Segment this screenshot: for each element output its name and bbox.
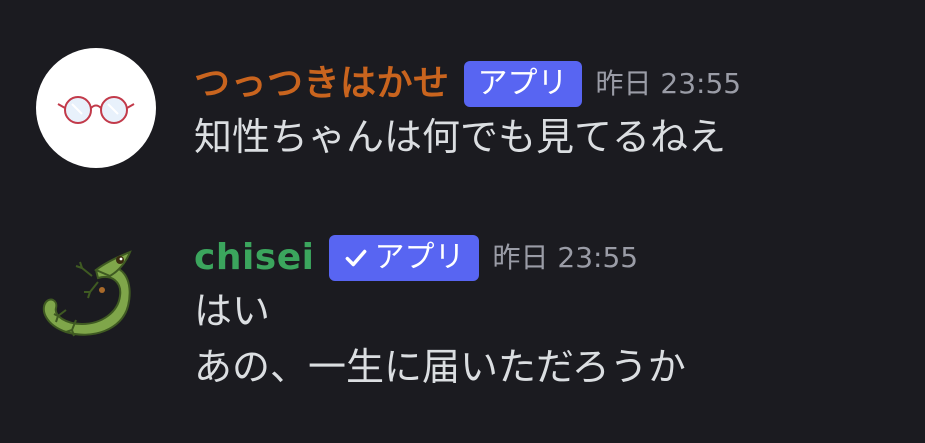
- message-content: 知性ちゃんは何でも見てるねえ: [194, 114, 726, 160]
- chat-log: つっつきはかせ アプリ 昨日 23:55 知性ちゃんは何でも見てるねえ chis…: [0, 0, 925, 443]
- username[interactable]: つっつきはかせ: [194, 58, 450, 110]
- message-text: はい: [194, 289, 271, 333]
- badge-label: アプリ: [477, 66, 568, 101]
- verified-app-badge: アプリ: [328, 235, 479, 281]
- message-text: 知性ちゃんは何でも見てるねえ: [194, 115, 727, 159]
- avatar[interactable]: [36, 236, 156, 356]
- message-text: あの、一生に届いただろうか: [194, 345, 686, 389]
- message-header: chisei アプリ 昨日 23:55: [194, 232, 638, 284]
- message-item: つっつきはかせ アプリ 昨日 23:55 知性ちゃんは何でも見てるねえ: [0, 0, 925, 200]
- message-content: はい あの、一生に届いただろうか: [194, 288, 686, 390]
- message-header: つっつきはかせ アプリ 昨日 23:55: [194, 58, 741, 110]
- green-lizard-icon: [42, 250, 132, 337]
- username[interactable]: chisei: [194, 232, 315, 284]
- timestamp[interactable]: 昨日 23:55: [493, 232, 639, 284]
- message-item: chisei アプリ 昨日 23:55 はい あの、一生に届いただろうか: [0, 200, 925, 443]
- checkmark-icon: [345, 249, 366, 267]
- app-badge: アプリ: [463, 61, 582, 107]
- avatar[interactable]: [36, 48, 156, 168]
- round-glasses-icon: [57, 96, 135, 124]
- badge-label: アプリ: [374, 240, 465, 275]
- timestamp[interactable]: 昨日 23:55: [596, 58, 742, 110]
